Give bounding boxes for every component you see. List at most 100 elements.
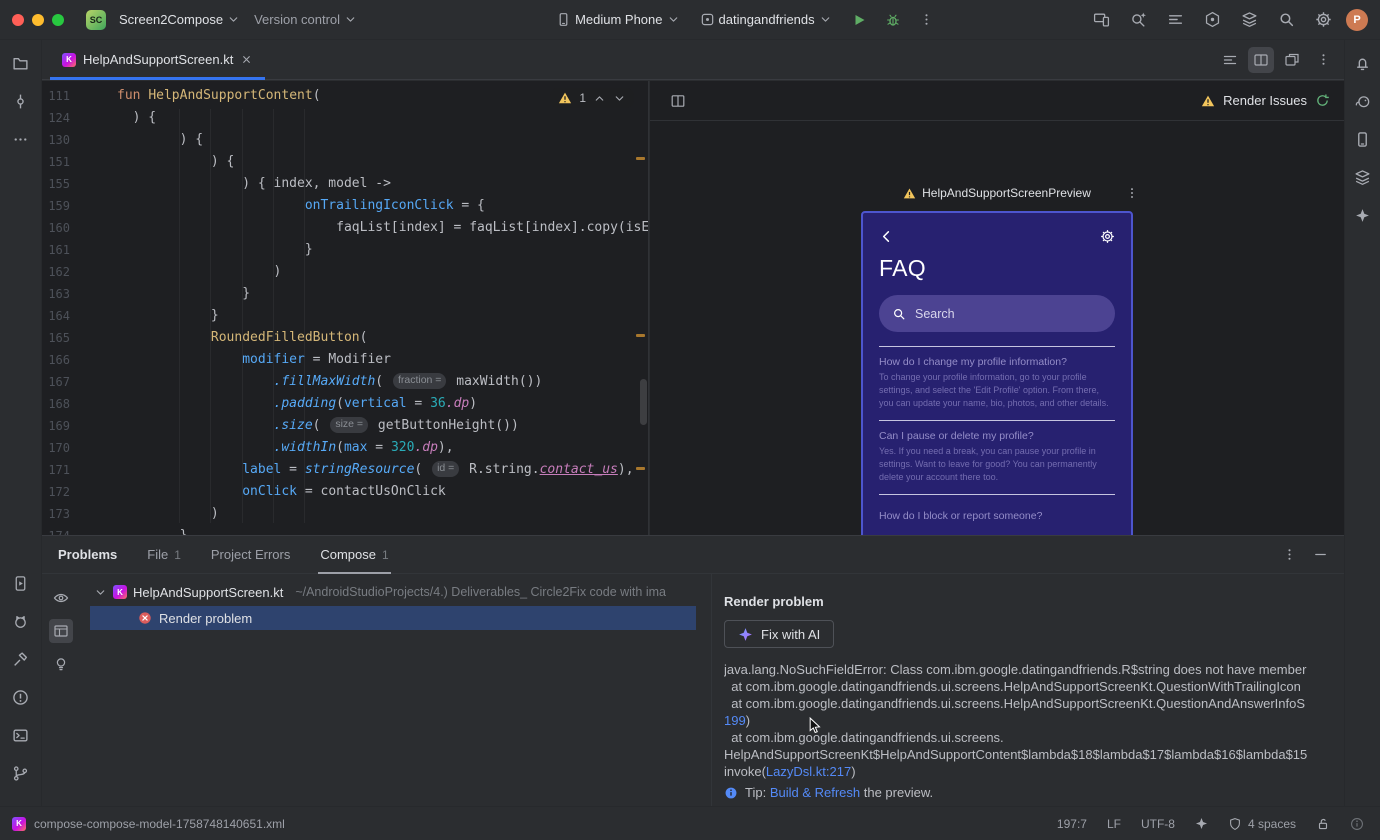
device-selector[interactable]: Medium Phone	[549, 8, 686, 31]
line-number[interactable]: 168	[42, 393, 100, 415]
code-line[interactable]: 169 .size( size = getButtonHeight())	[42, 415, 648, 437]
code-line[interactable]: 165 RoundedFilledButton(	[42, 327, 648, 349]
code-line[interactable]: 174}	[42, 525, 648, 535]
indent-widget[interactable]: 4 spaces	[1228, 817, 1296, 831]
line-number[interactable]: 155	[42, 173, 100, 195]
line-ending-selector[interactable]: LF	[1107, 817, 1121, 831]
editor-options-button[interactable]	[1310, 47, 1336, 73]
line-number[interactable]: 130	[42, 129, 100, 151]
code-line[interactable]: 173)	[42, 503, 648, 525]
terminal-tool-button[interactable]	[6, 720, 36, 750]
minimize-panel-icon[interactable]	[1313, 547, 1328, 562]
kebab-menu-icon[interactable]	[1282, 547, 1297, 562]
line-number[interactable]: 161	[42, 239, 100, 261]
build-tool-button[interactable]	[6, 644, 36, 674]
code-line[interactable]: 167 .fillMaxWidth( fraction = maxWidth())	[42, 371, 648, 393]
line-number[interactable]: 159	[42, 195, 100, 217]
problems-tool-button[interactable]	[6, 682, 36, 712]
close-tab-icon[interactable]	[240, 53, 253, 66]
line-number[interactable]: 171	[42, 459, 100, 481]
code-line[interactable]: 170 .widthIn(max = 320.dp),	[42, 437, 648, 459]
ai-search-button[interactable]	[1124, 6, 1152, 34]
problem-row[interactable]: Render problem	[90, 606, 696, 630]
more-tool-windows-button[interactable]	[6, 124, 36, 154]
preview-canvas[interactable]: HelpAndSupportScreenPreview FAQ Search H…	[650, 121, 1344, 535]
run-configuration-selector[interactable]: datingandfriends	[693, 8, 839, 31]
close-window-button[interactable]	[12, 13, 24, 26]
resource-manager-tool-button[interactable]	[1348, 162, 1378, 192]
commit-tool-button[interactable]	[6, 86, 36, 116]
run-button[interactable]	[845, 6, 873, 34]
code-line[interactable]: 163}	[42, 283, 648, 305]
logcat-button[interactable]	[1161, 6, 1189, 34]
line-number[interactable]: 151	[42, 151, 100, 173]
split-mode-button[interactable]	[1248, 46, 1274, 73]
code-line[interactable]: 130) {	[42, 129, 648, 151]
more-run-actions-button[interactable]	[913, 6, 941, 34]
running-devices-tool-button[interactable]	[6, 568, 36, 598]
chevron-down-icon[interactable]	[94, 586, 107, 599]
user-avatar[interactable]: P	[1346, 8, 1368, 31]
design-mode-button[interactable]	[1279, 47, 1305, 73]
gradle-tool-button[interactable]	[1348, 86, 1378, 116]
preview-layout-button[interactable]	[664, 87, 692, 115]
refresh-icon[interactable]	[1315, 93, 1330, 108]
app-inspection-button[interactable]	[1198, 6, 1226, 34]
device-mirroring-button[interactable]	[1087, 6, 1115, 34]
version-control-menu[interactable]: Version control	[247, 8, 364, 31]
line-number[interactable]: 170	[42, 437, 100, 459]
minimize-window-button[interactable]	[32, 13, 44, 26]
project-selector[interactable]: Screen2Compose	[112, 8, 247, 31]
notifications-button[interactable]	[1348, 48, 1378, 78]
line-number[interactable]: 162	[42, 261, 100, 283]
gemini-tool-button[interactable]	[1348, 200, 1378, 230]
zoom-window-button[interactable]	[52, 13, 64, 26]
settings-button[interactable]	[1309, 6, 1337, 34]
line-number[interactable]: 174	[42, 525, 100, 535]
line-number[interactable]: 165	[42, 327, 100, 349]
details-view-button[interactable]	[49, 619, 73, 643]
line-number[interactable]: 172	[42, 481, 100, 503]
render-issues-status[interactable]: Render Issues	[1201, 93, 1330, 108]
code-line[interactable]: 162)	[42, 261, 648, 283]
tab-file[interactable]: File 1	[147, 536, 181, 573]
code-line[interactable]: 124) {	[42, 107, 648, 129]
tip-link[interactable]: Build & Refresh	[770, 785, 860, 800]
code-mode-button[interactable]	[1217, 47, 1243, 73]
version-control-tool-button[interactable]	[6, 758, 36, 788]
code-line[interactable]: 151) {	[42, 151, 648, 173]
line-number[interactable]: 169	[42, 415, 100, 437]
device-manager-tool-button[interactable]	[1348, 124, 1378, 154]
fix-with-ai-button[interactable]: Fix with AI	[724, 620, 835, 648]
info-circle-icon[interactable]	[1350, 817, 1364, 831]
caret-position[interactable]: 197:7	[1057, 817, 1087, 831]
line-number[interactable]: 111	[42, 85, 100, 107]
problems-file-row[interactable]: HelpAndSupportScreen.kt ~/AndroidStudioP…	[80, 580, 711, 604]
line-number[interactable]: 160	[42, 217, 100, 239]
stack-link[interactable]: LazyDsl.kt:217	[766, 764, 851, 779]
stack-link[interactable]: 199	[724, 713, 746, 728]
preview-menu-icon[interactable]	[1125, 186, 1139, 200]
encoding-selector[interactable]: UTF-8	[1141, 817, 1175, 831]
code-line[interactable]: 160 faqList[index] = faqList[index].copy(…	[42, 217, 648, 239]
line-number[interactable]: 173	[42, 503, 100, 525]
compose-preview-phone[interactable]: FAQ Search How do I change my profile in…	[861, 211, 1133, 535]
code-line[interactable]: 155) { index, model ->	[42, 173, 648, 195]
code-line[interactable]: 161}	[42, 239, 648, 261]
logcat-tool-button[interactable]	[6, 606, 36, 636]
quick-fix-button[interactable]	[49, 652, 73, 676]
profiler-button[interactable]	[1235, 6, 1263, 34]
code-line[interactable]: 168 .padding(vertical = 36.dp)	[42, 393, 648, 415]
project-tool-button[interactable]	[6, 48, 36, 78]
search-everywhere-button[interactable]	[1272, 6, 1300, 34]
code-line[interactable]: 166 modifier = Modifier	[42, 349, 648, 371]
code-line[interactable]: 172 onClick = contactUsOnClick	[42, 481, 648, 503]
chevron-up-icon[interactable]	[593, 92, 606, 105]
lock-open-icon[interactable]	[1316, 817, 1330, 831]
gemini-star-icon[interactable]	[1195, 817, 1208, 830]
tab-compose[interactable]: Compose 1	[318, 536, 392, 574]
line-number[interactable]: 124	[42, 107, 100, 129]
line-number[interactable]: 167	[42, 371, 100, 393]
code-editor[interactable]: 111 fun HelpAndSupportContent(124) {130) …	[42, 81, 649, 535]
chevron-down-icon[interactable]	[613, 92, 626, 105]
